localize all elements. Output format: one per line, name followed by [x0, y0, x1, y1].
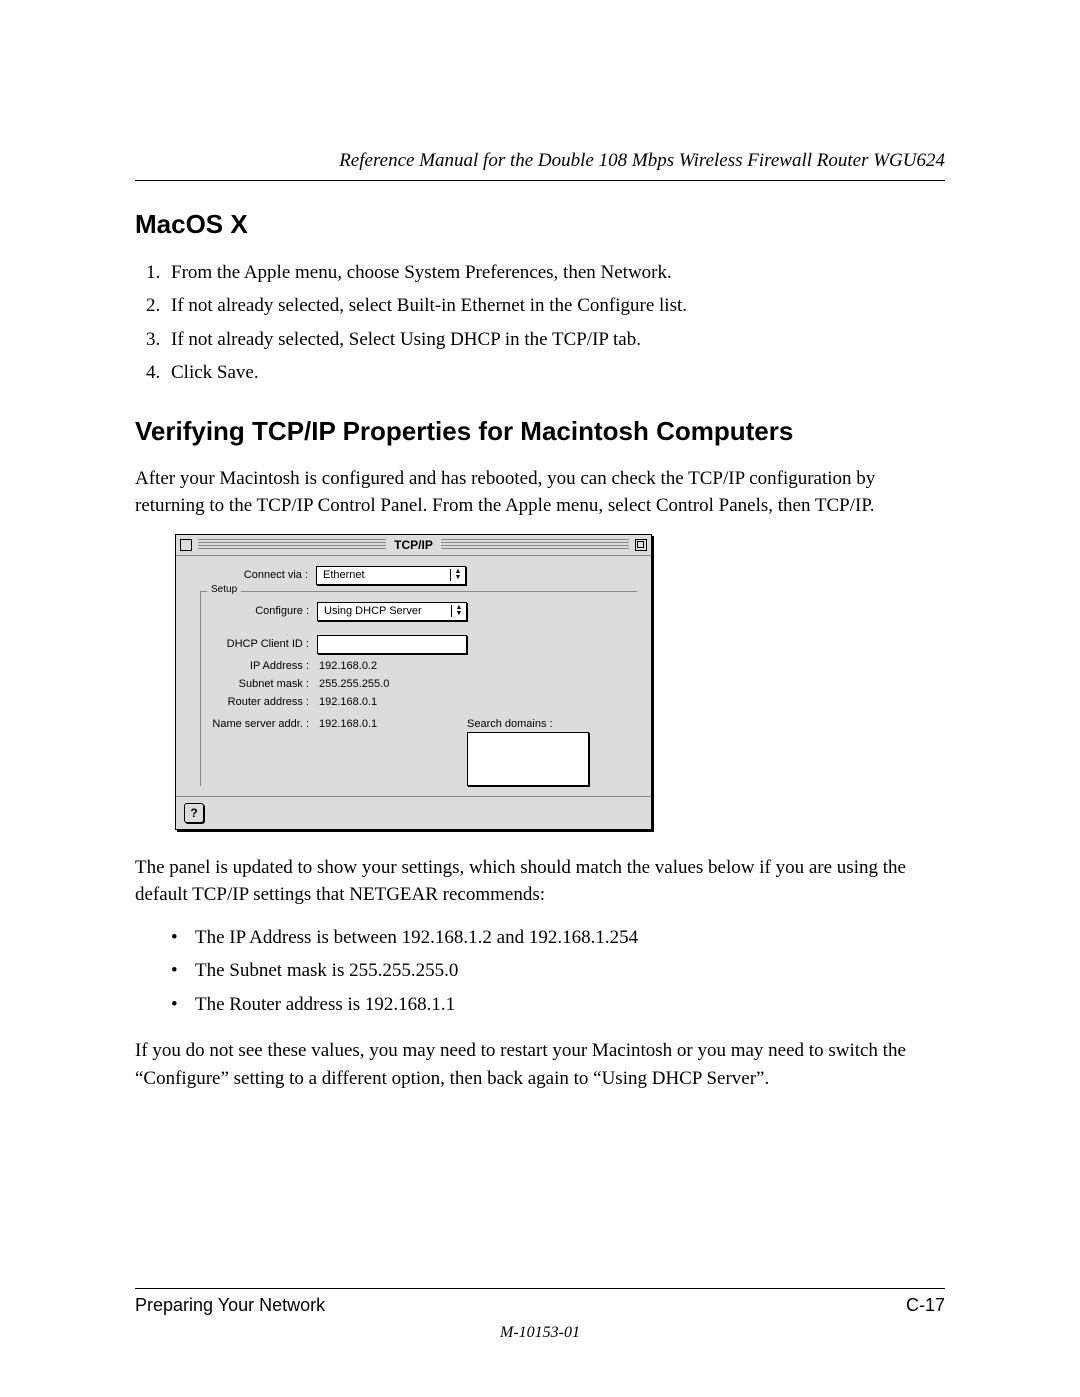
router-address-value: 192.168.0.1: [317, 696, 377, 708]
list-item: The Subnet mask is 255.255.255.0: [195, 956, 945, 985]
search-domains-label: Search domains :: [467, 718, 553, 730]
heading-verify-tcpip: Verifying TCP/IP Properties for Macintos…: [135, 416, 945, 447]
header-rule: [135, 180, 945, 181]
titlebar-stripes: [420, 539, 630, 551]
step-item: From the Apple menu, choose System Prefe…: [165, 258, 945, 287]
footer-doc-number: M-10153-01: [135, 1324, 945, 1342]
help-button[interactable]: ?: [184, 803, 204, 823]
subnet-mask-value: 255.255.255.0: [317, 678, 389, 690]
ip-address-value: 192.168.0.2: [317, 660, 377, 672]
heading-macosx: MacOS X: [135, 209, 945, 240]
macosx-steps: From the Apple menu, choose System Prefe…: [135, 258, 945, 388]
closing-paragraph: If you do not see these values, you may …: [135, 1037, 945, 1092]
window-titlebar: TCP/IP: [176, 535, 651, 556]
titlebar-stripes: [198, 539, 408, 551]
tcpip-window: TCP/IP Connect via : Ethernet ▲▼ Setup C…: [175, 534, 652, 830]
subnet-mask-label: Subnet mask :: [201, 678, 317, 690]
zoom-box-icon[interactable]: [635, 539, 647, 551]
configure-label: Configure :: [201, 605, 317, 617]
intro-paragraph: After your Macintosh is configured and h…: [135, 465, 945, 520]
post-panel-paragraph: The panel is updated to show your settin…: [135, 854, 945, 909]
list-item: The Router address is 192.168.1.1: [195, 990, 945, 1019]
step-item: Click Save.: [165, 358, 945, 387]
help-icon: ?: [190, 806, 197, 820]
step-item: If not already selected, Select Using DH…: [165, 325, 945, 354]
footer-section-name: Preparing Your Network: [135, 1295, 325, 1316]
setup-group: Setup Configure : Using DHCP Server ▲▼ D…: [200, 591, 637, 786]
name-server-value: 192.168.0.1: [317, 718, 377, 730]
connect-via-select[interactable]: Ethernet ▲▼: [316, 566, 466, 585]
dhcp-client-id-input[interactable]: [317, 635, 467, 654]
footer-page-number: C-17: [906, 1295, 945, 1316]
close-box-icon[interactable]: [180, 539, 192, 551]
dhcp-client-id-label: DHCP Client ID :: [201, 638, 317, 650]
connect-via-label: Connect via :: [190, 569, 316, 581]
select-arrows-icon: ▲▼: [451, 605, 466, 617]
connect-via-value: Ethernet: [317, 569, 450, 581]
router-address-label: Router address :: [201, 696, 317, 708]
search-domains-input[interactable]: [467, 732, 589, 786]
page: Reference Manual for the Double 108 Mbps…: [0, 0, 1080, 1397]
step-item: If not already selected, select Built-in…: [165, 291, 945, 320]
configure-select[interactable]: Using DHCP Server ▲▼: [317, 602, 467, 621]
list-item: The IP Address is between 192.168.1.2 an…: [195, 923, 945, 952]
name-server-label: Name server addr. :: [201, 718, 317, 730]
page-footer: Preparing Your Network C-17 M-10153-01: [135, 1288, 945, 1342]
recommended-values-list: The IP Address is between 192.168.1.2 an…: [135, 923, 945, 1019]
setup-legend: Setup: [207, 584, 241, 595]
configure-value: Using DHCP Server: [318, 605, 451, 617]
ip-address-label: IP Address :: [201, 660, 317, 672]
running-header: Reference Manual for the Double 108 Mbps…: [135, 150, 945, 180]
select-arrows-icon: ▲▼: [450, 569, 465, 581]
window-bottom-bar: ?: [176, 796, 651, 829]
window-body: Connect via : Ethernet ▲▼ Setup Configur…: [176, 556, 651, 796]
